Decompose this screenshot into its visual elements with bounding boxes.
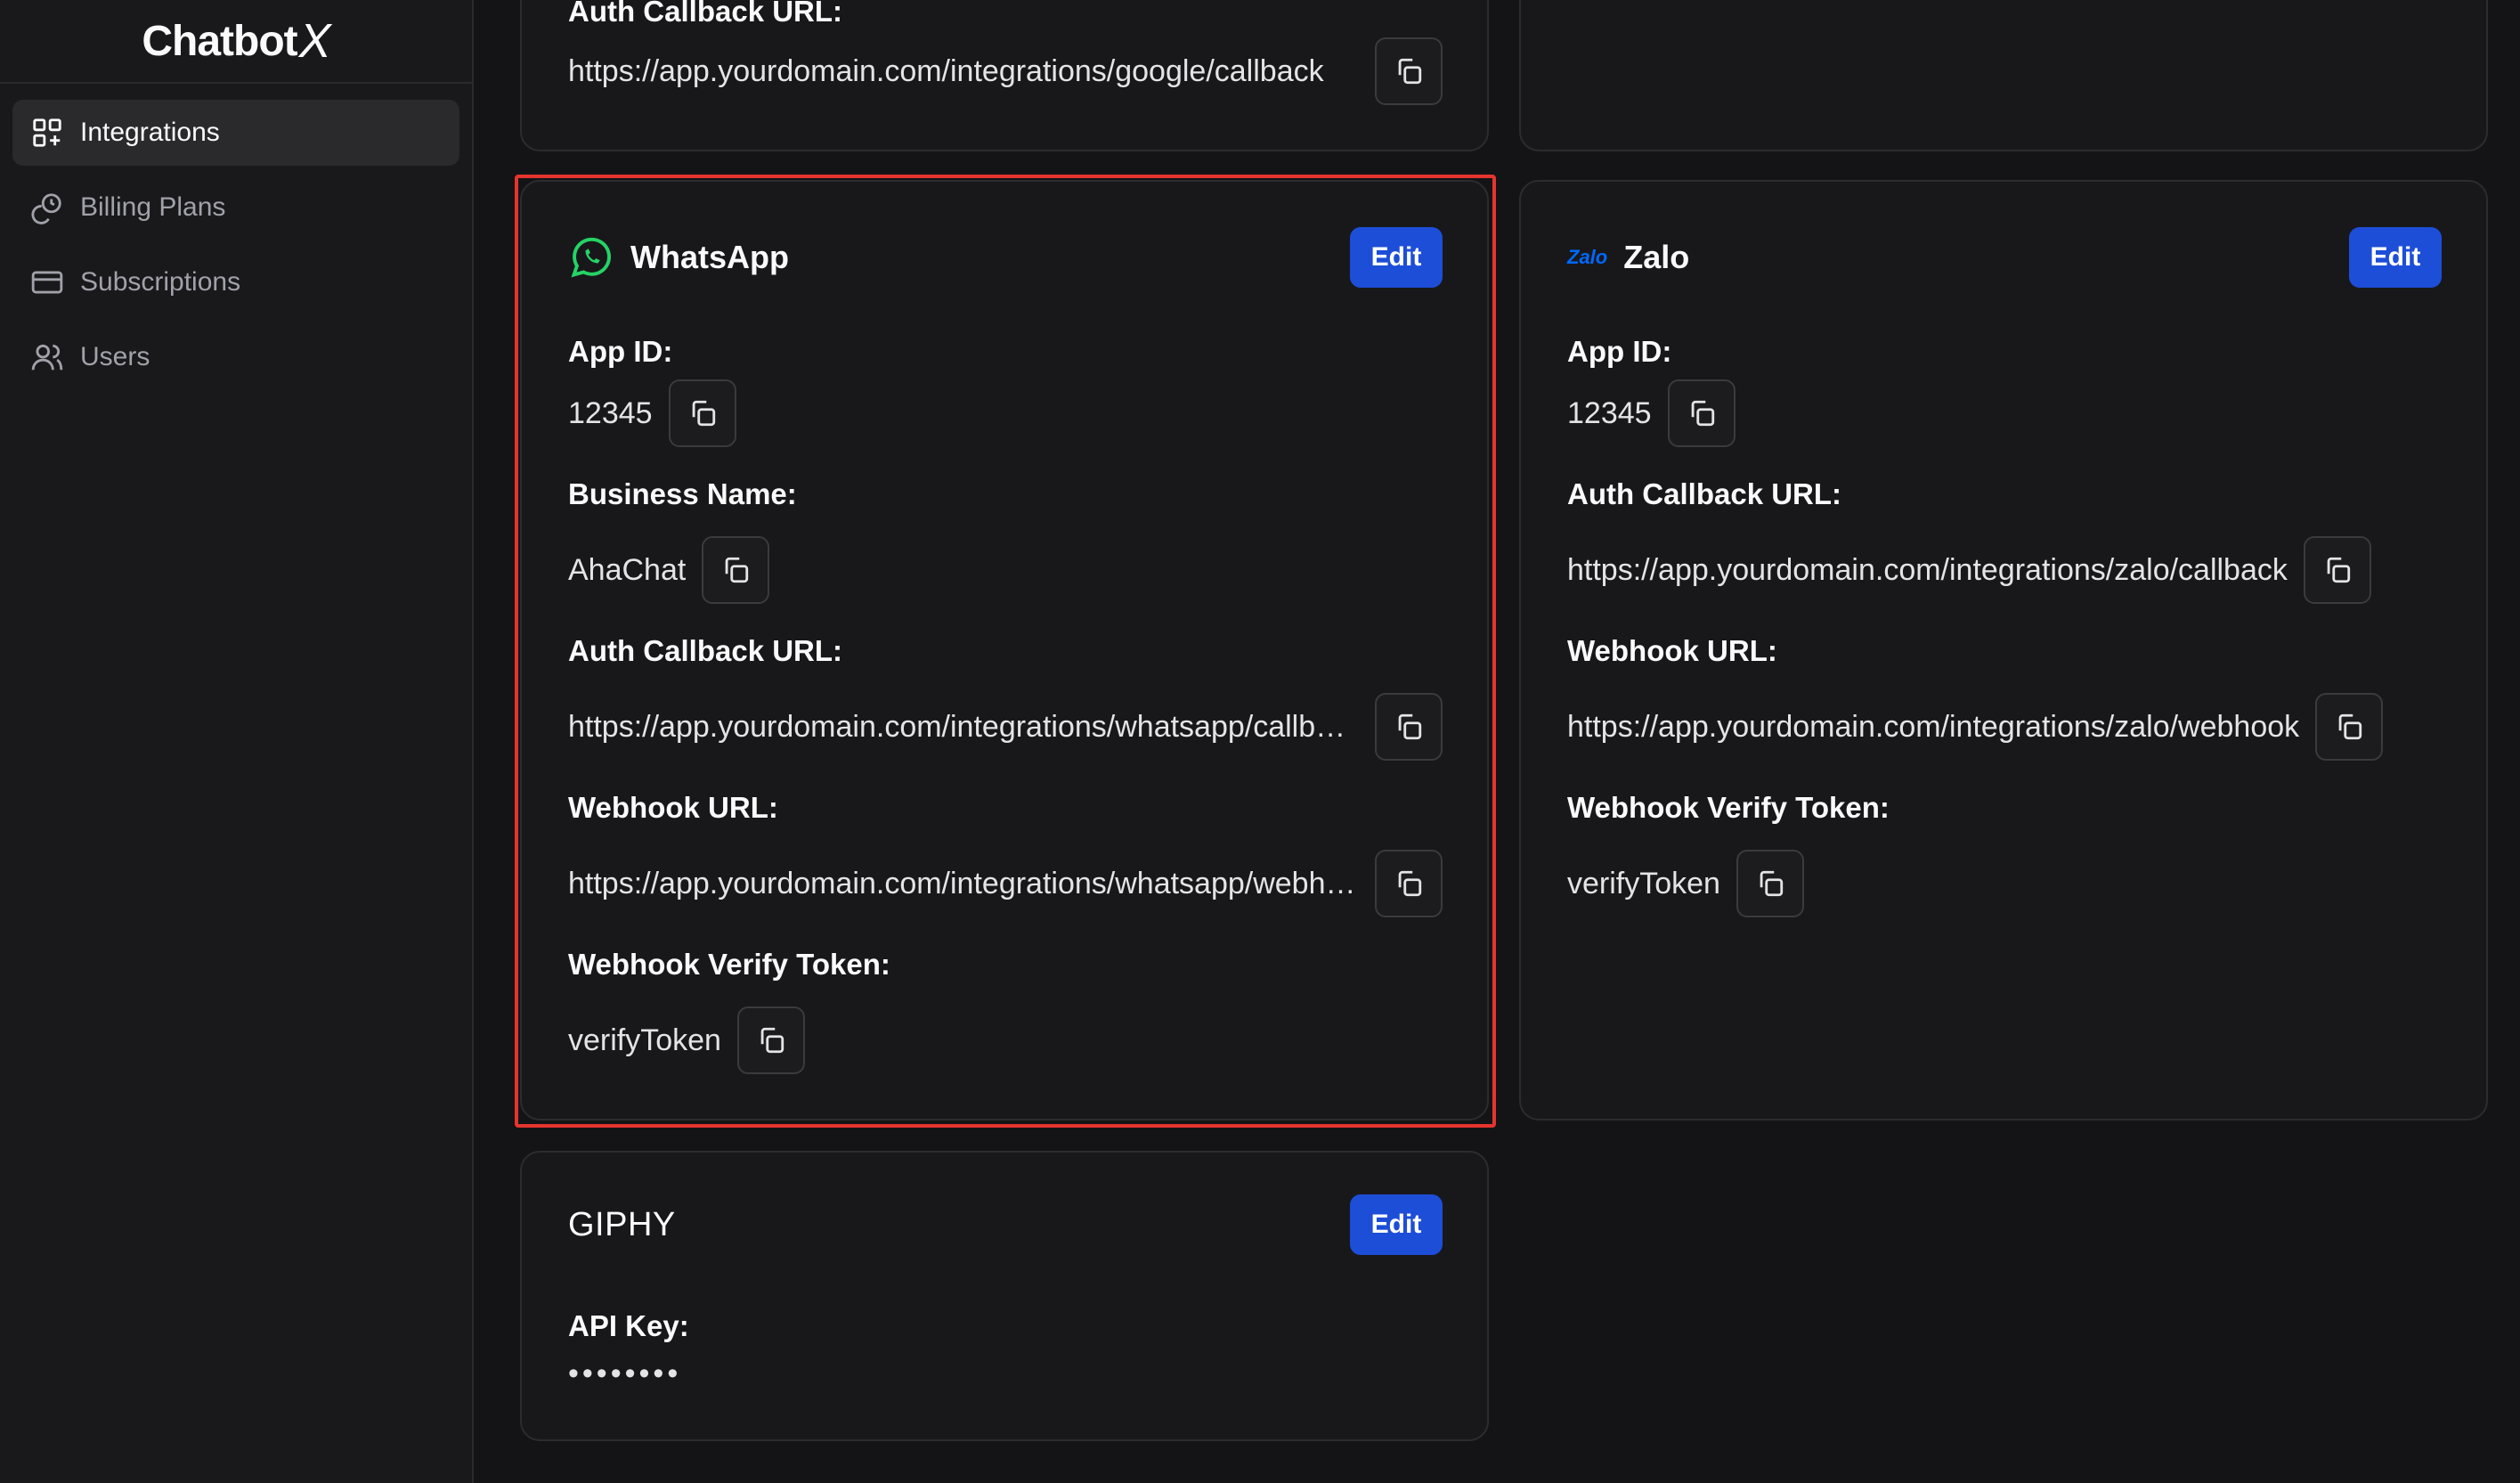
zalo-logo-icon: Zalo bbox=[1567, 246, 1608, 268]
auth-callback-url: https://app.yourdomain.com/integrations/… bbox=[1567, 552, 2288, 587]
zalo-edit-button[interactable]: Edit bbox=[2349, 227, 2442, 288]
app-id-value: 12345 bbox=[1567, 395, 1652, 430]
sidebar-item-label: Users bbox=[80, 342, 150, 371]
zalo-title: Zalo bbox=[1623, 239, 1690, 275]
copy-icon bbox=[2338, 713, 2362, 740]
webhook-url: https://app.yourdomain.com/integrations/… bbox=[1567, 709, 2300, 744]
sidebar-item-label: Integrations bbox=[80, 118, 220, 147]
api-key-label: API Key: bbox=[568, 1309, 689, 1342]
verify-token-label: Webhook Verify Token: bbox=[1567, 791, 1890, 824]
copy-icon bbox=[2327, 557, 2351, 583]
copy-button[interactable] bbox=[1667, 379, 1736, 447]
sidebar-item-billing-plans[interactable]: Billing Plans bbox=[12, 175, 459, 240]
copy-button[interactable] bbox=[2315, 693, 2384, 761]
app-id-row: 12345 bbox=[1567, 379, 2442, 447]
auth-callback-row: https://app.yourdomain.com/integrations/… bbox=[1567, 536, 2442, 604]
app-logo[interactable]: Chatbot X bbox=[0, 0, 472, 84]
card-icon bbox=[31, 271, 63, 294]
sidebar-item-integrations[interactable]: Integrations bbox=[12, 100, 459, 166]
selection-highlight bbox=[515, 175, 1496, 1128]
zalo-integration-card: Zalo Zalo Edit App ID: 12345 Auth Callba… bbox=[1519, 180, 2488, 1120]
auth-callback-label: Auth Callback URL: bbox=[1567, 477, 1842, 510]
giphy-integration-card: GIPHY Edit API Key: •••••••• bbox=[520, 1151, 1489, 1441]
sidebar-nav: Integrations Billing Plans Subscriptions… bbox=[0, 84, 472, 415]
verify-token-row: verifyToken bbox=[1567, 850, 2442, 917]
copy-icon bbox=[1398, 58, 1422, 85]
sidebar-item-label: Subscriptions bbox=[80, 267, 241, 297]
webhook-url-row: https://app.yourdomain.com/integrations/… bbox=[1567, 693, 2442, 761]
sidebar-item-users[interactable]: Users bbox=[12, 324, 459, 390]
sidebar-item-subscriptions[interactable]: Subscriptions bbox=[12, 249, 459, 315]
google-auth-callback-row: https://app.yourdomain.com/integrations/… bbox=[568, 37, 1443, 105]
copy-button[interactable] bbox=[1736, 850, 1804, 917]
verify-token-value: verifyToken bbox=[1567, 866, 1720, 900]
billing-icon bbox=[31, 193, 61, 224]
copy-icon bbox=[1691, 400, 1714, 427]
google-integration-card: Auth Callback URL: https://app.yourdomai… bbox=[520, 0, 1489, 151]
google-auth-callback-url: https://app.yourdomain.com/integrations/… bbox=[568, 53, 1324, 88]
logo-suffix: X bbox=[298, 14, 331, 68]
partial-integration-card bbox=[1519, 0, 2488, 151]
api-key-masked-value: •••••••• bbox=[568, 1356, 682, 1390]
giphy-edit-button[interactable]: Edit bbox=[1350, 1194, 1443, 1255]
app-id-label: App ID: bbox=[1567, 335, 1672, 368]
logo-text: Chatbot bbox=[142, 17, 297, 65]
copy-button[interactable] bbox=[1375, 37, 1443, 105]
sidebar: Chatbot X Integrations Billing Plans Subs… bbox=[0, 0, 474, 1483]
sidebar-item-label: Billing Plans bbox=[80, 192, 226, 222]
giphy-title: GIPHY bbox=[568, 1205, 676, 1243]
users-icon bbox=[31, 344, 63, 371]
copy-icon bbox=[1760, 870, 1784, 897]
api-key-row: •••••••• bbox=[568, 1349, 1443, 1398]
integrations-icon bbox=[33, 118, 61, 147]
google-auth-callback-label: Auth Callback URL: bbox=[568, 0, 843, 28]
giphy-card-header: GIPHY Edit bbox=[568, 1194, 1443, 1256]
copy-button[interactable] bbox=[2303, 536, 2371, 604]
zalo-card-header: Zalo Zalo Edit bbox=[1567, 226, 2442, 289]
webhook-url-label: Webhook URL: bbox=[1567, 634, 1777, 667]
